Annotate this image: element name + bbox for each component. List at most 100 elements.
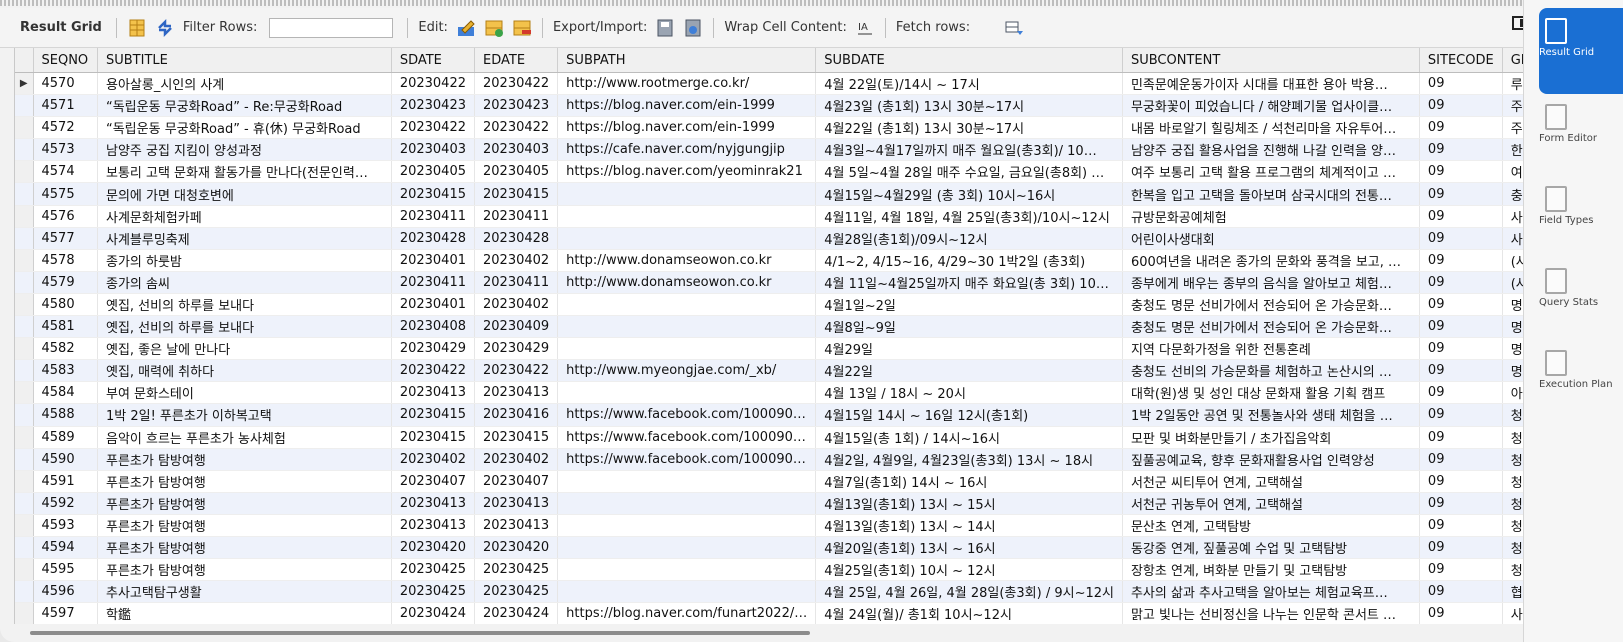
table-row[interactable]: 4578 종가의 하룻밤 20230401 20230402 http://www.do…: [15, 249, 1586, 272]
fetch-next-rows-icon[interactable]: [1004, 18, 1024, 38]
cell-subtitle[interactable]: 음악이 흐르는 푸른초가 농사체험: [97, 426, 392, 449]
cell-subcontent[interactable]: 여주 보통리 고택 활용 프로그램의 체계적이고 …: [1122, 160, 1420, 184]
result-grid-tab[interactable]: Result Grid: [0, 8, 110, 48]
column-header-subtitle[interactable]: SUBTITLE: [97, 48, 392, 73]
grid-layout-icon[interactable]: [127, 18, 147, 38]
cell-sdate[interactable]: 20230411: [391, 205, 476, 228]
delete-row-icon[interactable]: [512, 18, 532, 38]
cell-subpath[interactable]: https://blog.naver.com/ein-1999: [557, 116, 817, 140]
cell-subdate[interactable]: 4월 5일~4월 28일 매주 수요일, 금요일(총8회) …: [815, 160, 1123, 184]
cell-sdate[interactable]: 20230415: [391, 182, 476, 206]
table-row[interactable]: 4579 종가의 솜씨 20230411 20230411 http://www.don…: [15, 271, 1586, 294]
wrap-text-icon[interactable]: IA: [855, 18, 875, 38]
cell-subcontent[interactable]: 종부에게 배우는 종부의 음식을 알아보고 체험…: [1122, 271, 1420, 294]
row-header[interactable]: [15, 536, 34, 560]
cell-subdate[interactable]: 4월15일(총 1회) / 14시~16시: [815, 426, 1123, 449]
cell-seqno[interactable]: 4575: [33, 182, 98, 206]
cell-subtitle[interactable]: 옛집, 좋은 날에 만나다: [97, 337, 392, 361]
cell-seqno[interactable]: 4592: [33, 492, 98, 515]
cell-seqno[interactable]: 4570: [33, 72, 98, 96]
cell-sdate[interactable]: 20230401: [391, 293, 476, 317]
table-row[interactable]: 4575 문의에 가면 대청호변에 20230415 20230415 4월15일~4월…: [15, 182, 1586, 206]
cell-subdate[interactable]: 4/1~2, 4/15~16, 4/29~30 1박2일 (총3회): [815, 249, 1123, 272]
cell-subtitle[interactable]: 푸른초가 탐방여행: [97, 470, 392, 493]
cell-subdate[interactable]: 4월13일(총1회) 13시 ~ 14시: [815, 514, 1123, 537]
cell-sitecode[interactable]: 09: [1419, 381, 1503, 405]
row-header[interactable]: [15, 448, 34, 471]
row-header[interactable]: [15, 359, 34, 383]
row-header[interactable]: ▶: [15, 72, 34, 96]
cell-subpath[interactable]: http://www.myeongjae.com/_xb/: [557, 359, 817, 383]
cell-subtitle[interactable]: 남양주 궁집 지킴이 양성과정: [97, 138, 392, 162]
cell-sitecode[interactable]: 09: [1419, 315, 1503, 339]
cell-seqno[interactable]: 4590: [33, 448, 98, 471]
cell-edate[interactable]: 20230420: [474, 536, 559, 560]
import-icon[interactable]: [683, 18, 703, 38]
cell-subtitle[interactable]: 옛집, 매력에 취하다: [97, 359, 392, 383]
cell-edate[interactable]: 20230411: [474, 271, 559, 294]
sidebar-item-execution-plan[interactable]: Execution Plan: [1539, 350, 1623, 430]
cell-sitecode[interactable]: 09: [1419, 580, 1503, 604]
insert-row-icon[interactable]: [484, 18, 504, 38]
row-header[interactable]: [15, 558, 34, 582]
cell-subcontent[interactable]: 문산초 연계, 고택탐방: [1122, 514, 1420, 537]
cell-seqno[interactable]: 4582: [33, 337, 98, 361]
cell-sdate[interactable]: 20230405: [391, 160, 476, 184]
cell-sdate[interactable]: 20230408: [391, 315, 476, 339]
row-header[interactable]: [15, 116, 34, 140]
cell-subcontent[interactable]: 1박 2일동안 공연 및 전통놀사와 생태 체험을 …: [1122, 403, 1420, 427]
cell-subtitle[interactable]: 1박 2일! 푸른초가 이하복고택: [97, 403, 392, 427]
row-header[interactable]: [15, 580, 34, 604]
refresh-icon[interactable]: [155, 18, 175, 38]
cell-subpath[interactable]: [557, 381, 817, 405]
cell-subpath[interactable]: [557, 492, 817, 515]
cell-subdate[interactable]: 4월 25일, 4월 26일, 4월 28일(총3회) / 9시~12시: [815, 580, 1123, 604]
row-header[interactable]: [15, 381, 34, 405]
table-row[interactable]: 4581 옛집, 선비의 하루를 보내다 20230408 20230409 4월8일~…: [15, 315, 1586, 339]
table-row[interactable]: 4573 남양주 궁집 지킴이 양성과정 20230403 20230403 https…: [15, 138, 1586, 162]
sidebar-item-field-types[interactable]: Field Types: [1539, 186, 1623, 256]
cell-subpath[interactable]: https://www.facebook.com/100090…: [557, 426, 817, 449]
cell-seqno[interactable]: 4572: [33, 116, 98, 140]
table-row[interactable]: 4594 푸른초가 탐방여행 20230420 20230420 4월20일(총1회) …: [15, 536, 1586, 560]
cell-sitecode[interactable]: 09: [1419, 492, 1503, 515]
cell-subcontent[interactable]: 남양주 궁집 활용사업을 진행해 나갈 인력을 양…: [1122, 138, 1420, 162]
cell-sitecode[interactable]: 09: [1419, 116, 1503, 140]
cell-subdate[interactable]: 4월11일, 4월 18일, 4월 25일(총3회)/10시~12시: [815, 205, 1123, 228]
cell-sdate[interactable]: 20230424: [391, 602, 476, 624]
cell-seqno[interactable]: 4591: [33, 470, 98, 493]
cell-sitecode[interactable]: 09: [1419, 536, 1503, 560]
table-row[interactable]: 4595 푸른초가 탐방여행 20230425 20230425 4월25일(총1회) …: [15, 558, 1586, 582]
cell-subdate[interactable]: 4월 24일(월)/ 총1회 10시~12시: [815, 602, 1123, 624]
cell-subdate[interactable]: 4월22일 (총1회) 13시 30분~17시: [815, 116, 1123, 140]
cell-edate[interactable]: 20230425: [474, 580, 559, 604]
cell-sdate[interactable]: 20230422: [391, 72, 476, 96]
cell-seqno[interactable]: 4573: [33, 138, 98, 162]
cell-subtitle[interactable]: 종가의 하룻밤: [97, 249, 392, 272]
cell-seqno[interactable]: 4588: [33, 403, 98, 427]
cell-sitecode[interactable]: 09: [1419, 337, 1503, 361]
cell-subcontent[interactable]: 서천군 귀농투어 연계, 고택해설: [1122, 492, 1420, 515]
row-header[interactable]: [15, 514, 34, 537]
row-header[interactable]: [15, 337, 34, 361]
cell-subcontent[interactable]: 지역 다문화가정을 위한 전통혼례: [1122, 337, 1420, 361]
cell-sdate[interactable]: 20230413: [391, 381, 476, 405]
row-header[interactable]: [15, 293, 34, 317]
cell-sitecode[interactable]: 09: [1419, 271, 1503, 294]
cell-subcontent[interactable]: 무궁화꽃이 피었습니다 / 해양폐기물 업사이클…: [1122, 94, 1420, 118]
column-header-subcontent[interactable]: SUBCONTENT: [1122, 48, 1420, 73]
cell-edate[interactable]: 20230415: [474, 182, 559, 206]
result-grid[interactable]: SEQNO SUBTITLE SDATE EDATE SUBPATH SUBDA…: [14, 48, 1586, 624]
sidebar-item-result-grid[interactable]: Result Grid: [1539, 8, 1623, 94]
cell-sitecode[interactable]: 09: [1419, 72, 1503, 96]
cell-subtitle[interactable]: 종가의 솜씨: [97, 271, 392, 294]
cell-subtitle[interactable]: 푸른초가 탐방여행: [97, 514, 392, 537]
cell-subpath[interactable]: [557, 293, 817, 317]
cell-subcontent[interactable]: 내몸 바로알기 힐링체조 / 석천리마을 자유투어…: [1122, 116, 1420, 140]
cell-seqno[interactable]: 4596: [33, 580, 98, 604]
cell-seqno[interactable]: 4595: [33, 558, 98, 582]
cell-subdate[interactable]: 4월15일~4월29일 (총 3회) 10시~16시: [815, 182, 1123, 206]
cell-sdate[interactable]: 20230407: [391, 470, 476, 493]
cell-subtitle[interactable]: 사계문화체험카페: [97, 205, 392, 228]
cell-sdate[interactable]: 20230425: [391, 558, 476, 582]
